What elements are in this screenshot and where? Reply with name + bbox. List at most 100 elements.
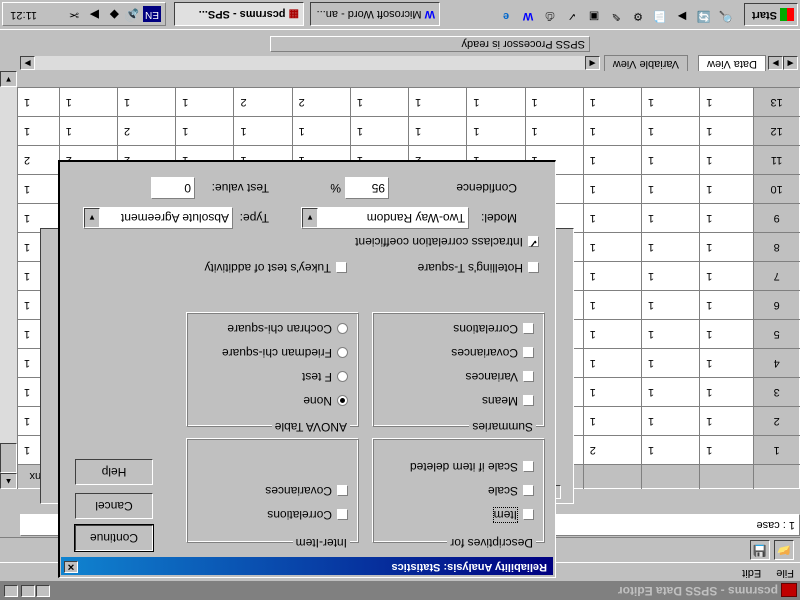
row-number[interactable]: 6 (753, 290, 800, 320)
grid-cell[interactable]: 1 (641, 348, 700, 378)
maximize-button[interactable]: ❐ (21, 585, 35, 597)
row-number[interactable]: 2 (753, 406, 800, 436)
row-number[interactable]: 1 (753, 435, 800, 465)
row-number[interactable]: 3 (753, 377, 800, 407)
grid-cell[interactable]: 1 (17, 87, 60, 117)
quicklaunch-icon[interactable]: ✓ (562, 5, 582, 25)
grid-cell[interactable]: 2 (117, 116, 176, 146)
tray-app-icon[interactable]: ✂ (69, 8, 79, 22)
grid-cell[interactable]: 1 (641, 377, 700, 407)
tukey-additivity-checkbox[interactable]: Tukey's test of additivity (204, 261, 347, 275)
row-number[interactable]: 12 (753, 116, 800, 146)
grid-cell[interactable]: 1 (583, 377, 642, 407)
scroll-up-arrow[interactable]: ▲ (0, 473, 17, 489)
grid-cell[interactable]: 1 (699, 290, 754, 320)
scale-checkbox[interactable]: Scale (488, 484, 534, 498)
grid-cell[interactable]: 2 (292, 87, 351, 117)
quicklaunch-icon[interactable]: 🔄 (694, 5, 714, 25)
grid-cell[interactable]: 1 (699, 87, 754, 117)
grid-cell[interactable]: 1 (583, 290, 642, 320)
main-window-titlebar[interactable]: pcsrnms - SPSS Data Editor _ ❐ ✕ (0, 581, 800, 600)
grid-cell[interactable]: 1 (292, 116, 351, 146)
grid-cell[interactable]: 1 (699, 435, 754, 465)
intraclass-correlation-checkbox[interactable]: ✓Intraclass correlation coefficient (355, 235, 539, 249)
grid-cell[interactable]: 1 (699, 377, 754, 407)
grid-cell[interactable]: 1 (641, 319, 700, 349)
grid-cell[interactable]: 1 (350, 87, 409, 117)
anova-cochran-radio[interactable]: Cochran chi-square (227, 322, 348, 336)
quicklaunch-icon[interactable]: ⎙ (540, 5, 560, 25)
grid-cell[interactable]: 2 (17, 145, 60, 175)
confidence-input[interactable]: 95 (345, 177, 389, 199)
grid-cell[interactable]: 1 (641, 203, 700, 233)
grid-cell[interactable]: 1 (583, 87, 642, 117)
row-number[interactable]: 4 (753, 348, 800, 378)
grid-cell[interactable]: 1 (583, 116, 642, 146)
statistics-dialog-titlebar[interactable]: Reliability Analysis: Statistics ✕ (61, 557, 553, 575)
quicklaunch-icon[interactable]: ▣ (584, 5, 604, 25)
grid-cell[interactable]: 1 (699, 406, 754, 436)
scroll-thumb[interactable] (0, 443, 17, 473)
scroll-right-arrow[interactable]: ▶ (20, 56, 35, 70)
chevron-down-icon[interactable]: ▼ (302, 208, 318, 228)
tray-app-icon[interactable]: ▶ (90, 8, 99, 22)
tab-data-view[interactable]: Data View (698, 55, 766, 71)
tab-variable-view[interactable]: Variable View (603, 55, 688, 71)
test-value-input[interactable]: 0 (151, 177, 195, 199)
anova-friedman-radio[interactable]: Friedman chi-square (222, 346, 348, 360)
grid-cell[interactable]: 1 (583, 203, 642, 233)
grid-cell[interactable]: 1 (59, 116, 118, 146)
scroll-down-arrow[interactable]: ▼ (0, 71, 17, 87)
grid-cell[interactable]: 1 (641, 435, 700, 465)
grid-cell[interactable]: 1 (59, 87, 118, 117)
grid-cell[interactable]: 1 (408, 116, 467, 146)
help-button[interactable]: Help (75, 459, 153, 485)
grid-cell[interactable]: 1 (641, 406, 700, 436)
grid-cell[interactable]: 1 (17, 174, 60, 204)
grid-cell[interactable]: 1 (17, 116, 60, 146)
prev-sheet-arrow[interactable]: ▶ (768, 56, 783, 70)
cancel-button[interactable]: Cancel (75, 493, 153, 519)
grid-cell[interactable]: 1 (466, 87, 526, 117)
row-number[interactable]: 7 (753, 261, 800, 291)
variances-checkbox[interactable]: Variances (466, 370, 534, 384)
quicklaunch-icon[interactable]: 🔍 (716, 5, 736, 25)
grid-cell[interactable]: 1 (641, 174, 700, 204)
taskbar-task-word[interactable]: W Microsoft Word - an... (310, 2, 440, 26)
tray-app-icon[interactable]: ◆ (110, 8, 119, 22)
quicklaunch-icon[interactable]: ✎ (606, 5, 626, 25)
grid-cell[interactable]: 1 (583, 406, 642, 436)
open-icon[interactable]: 📂 (774, 540, 794, 560)
inter-item-covariances-checkbox[interactable]: Covariances (265, 484, 348, 498)
grid-cell[interactable]: 1 (175, 87, 234, 117)
grid-cell[interactable]: 1 (641, 290, 700, 320)
row-number[interactable]: 9 (753, 203, 800, 233)
start-button[interactable]: Start (744, 3, 798, 26)
grid-cell[interactable]: 1 (583, 261, 642, 291)
first-sheet-arrow[interactable]: ◀ (783, 56, 798, 70)
grid-cell[interactable]: 1 (699, 174, 754, 204)
grid-cell[interactable]: 2 (233, 87, 293, 117)
taskbar-task-spss[interactable]: ▦ pcsrnms - SPS... (174, 2, 304, 26)
word-icon[interactable]: W (518, 5, 538, 25)
grid-cell[interactable]: 1 (117, 87, 176, 117)
grid-corner[interactable] (753, 464, 800, 489)
grid-cell[interactable]: 1 (525, 116, 584, 146)
grid-cell[interactable]: 1 (641, 87, 700, 117)
grid-cell[interactable]: 1 (583, 319, 642, 349)
grid-cell[interactable]: 1 (583, 232, 642, 262)
grid-cell[interactable]: 1 (699, 232, 754, 262)
row-number[interactable]: 11 (753, 145, 800, 175)
chevron-down-icon[interactable]: ▼ (84, 208, 100, 228)
means-checkbox[interactable]: Means (482, 394, 534, 408)
grid-cell[interactable]: 1 (699, 116, 754, 146)
grid-cell[interactable]: 1 (641, 261, 700, 291)
grid-cell[interactable]: 1 (641, 116, 700, 146)
grid-cell[interactable]: 1 (699, 319, 754, 349)
continue-button[interactable]: Continue (74, 524, 154, 552)
quicklaunch-icon[interactable]: ⚙ (628, 5, 648, 25)
model-dropdown[interactable]: Two-Way Random ▼ (301, 207, 469, 229)
row-number[interactable]: 10 (753, 174, 800, 204)
grid-cell[interactable]: 1 (466, 116, 526, 146)
anova-f-test-radio[interactable]: F test (302, 370, 348, 384)
